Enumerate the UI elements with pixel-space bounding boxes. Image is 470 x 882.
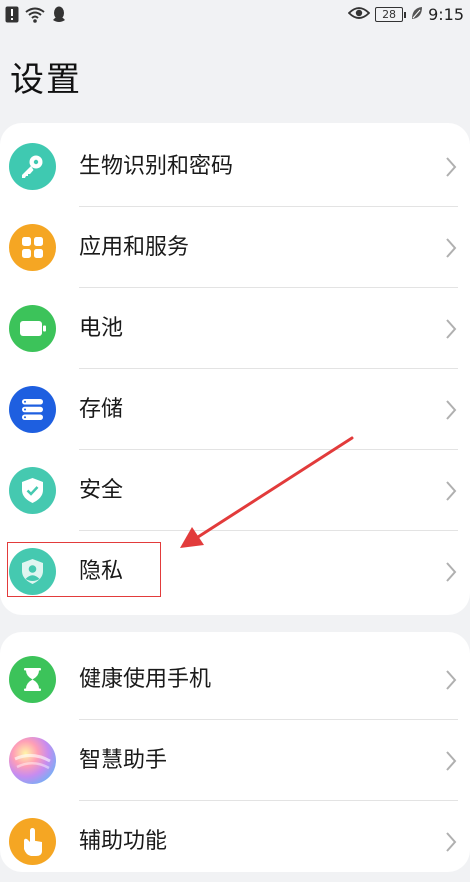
settings-item-accessibility[interactable]: 辅助功能	[0, 802, 470, 882]
settings-item-label: 电池	[79, 316, 124, 341]
chevron-right-icon	[444, 237, 458, 259]
qq-icon	[51, 6, 67, 27]
settings-group-2: 健康使用手机 智慧助手 辅助功能	[0, 632, 470, 872]
status-left	[5, 6, 67, 27]
chevron-right-icon	[444, 750, 458, 772]
clock: 9:15	[428, 5, 464, 24]
settings-item-smart-assistant[interactable]: 智慧助手	[0, 721, 470, 801]
apps-grid-icon	[9, 224, 56, 271]
wifi-icon	[25, 7, 45, 27]
shield-check-icon	[9, 467, 56, 514]
divider	[79, 287, 458, 288]
status-bar: 28 9:15	[0, 0, 470, 34]
settings-item-label: 健康使用手机	[79, 667, 212, 692]
chevron-right-icon	[444, 156, 458, 178]
highlight-box	[7, 542, 161, 597]
hourglass-icon	[9, 656, 56, 703]
page-title: 设置	[10, 60, 82, 100]
status-right: 28 9:15	[347, 5, 464, 24]
chevron-right-icon	[444, 669, 458, 691]
chevron-right-icon	[444, 318, 458, 340]
battery-indicator: 28	[375, 7, 407, 22]
divider	[79, 368, 458, 369]
eye-icon	[347, 5, 371, 24]
chevron-right-icon	[444, 399, 458, 421]
hand-icon	[9, 818, 56, 865]
settings-item-label: 辅助功能	[79, 829, 168, 854]
divider	[79, 800, 458, 801]
key-icon	[9, 143, 56, 190]
settings-item-security[interactable]: 安全	[0, 451, 470, 531]
divider	[79, 719, 458, 720]
storage-icon	[9, 386, 56, 433]
settings-item-storage[interactable]: 存储	[0, 370, 470, 450]
settings-item-label: 存储	[79, 397, 124, 422]
settings-item-label: 生物识别和密码	[79, 154, 234, 179]
divider	[79, 530, 458, 531]
divider	[79, 449, 458, 450]
settings-item-biometrics[interactable]: 生物识别和密码	[0, 127, 470, 207]
divider	[79, 206, 458, 207]
battery-level: 28	[375, 7, 404, 22]
chevron-right-icon	[444, 561, 458, 583]
settings-item-apps-services[interactable]: 应用和服务	[0, 208, 470, 288]
leaf-icon	[411, 5, 423, 24]
chevron-right-icon	[444, 480, 458, 502]
settings-item-label: 智慧助手	[79, 748, 168, 773]
settings-item-label: 应用和服务	[79, 235, 190, 260]
battery-tip	[404, 11, 407, 18]
settings-item-label: 安全	[79, 478, 124, 503]
battery-icon	[9, 305, 56, 352]
alert-icon	[5, 6, 19, 27]
settings-item-battery[interactable]: 电池	[0, 289, 470, 369]
settings-item-digital-balance[interactable]: 健康使用手机	[0, 640, 470, 720]
assistant-orb-icon	[9, 737, 56, 784]
